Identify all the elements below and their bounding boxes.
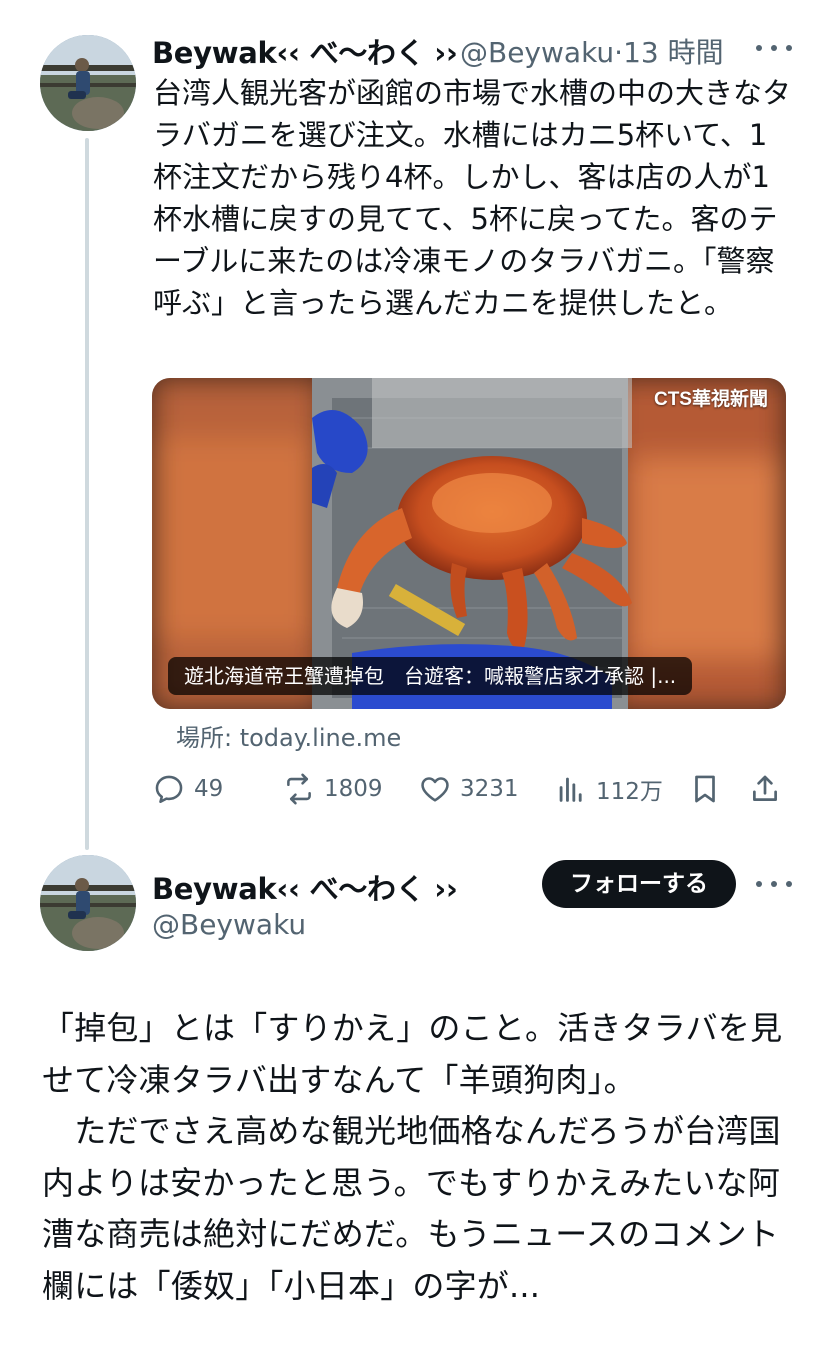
reply-icon — [155, 775, 183, 804]
avatar[interactable] — [40, 855, 136, 951]
heart-icon — [421, 777, 449, 802]
author-display-name[interactable]: Beywak‹‹ べ〜わく ›› — [152, 866, 458, 908]
separator-dot: · — [614, 36, 624, 69]
tweet-text: 台湾人観光客が函館の市場で水槽の中の大きなタラバガニを選び注文。水槽にはカニ5杯… — [153, 76, 792, 320]
link-card-title[interactable]: 遊北海道帝王蟹遭掉包 台遊客：喊報警店家才承認 |... — [168, 657, 693, 695]
bookmark-button[interactable] — [688, 766, 730, 812]
like-count: 3231 — [460, 776, 519, 802]
like-button[interactable]: 3231 — [418, 766, 519, 812]
share-icon — [753, 775, 777, 801]
views-chart-icon — [559, 777, 582, 802]
author-handle[interactable]: @Beywaku — [152, 908, 306, 941]
retweet-count: 1809 — [324, 776, 383, 802]
reply-button[interactable]: 49 — [152, 766, 223, 812]
bookmark-icon — [695, 775, 715, 803]
more-dots-icon[interactable] — [756, 878, 792, 890]
thread-connector-line — [85, 138, 89, 850]
link-card-domain[interactable]: 場所: today.line.me — [176, 718, 401, 753]
avatar[interactable] — [40, 35, 136, 131]
tweet-timestamp[interactable]: 13 時間 — [623, 36, 724, 69]
share-button[interactable] — [748, 766, 790, 812]
author-handle-row: @Beywaku·13 時間 — [460, 31, 724, 71]
tweet-action-bar: 49 1809 3231 112万 — [152, 766, 786, 812]
retweet-button[interactable]: 1809 — [282, 766, 383, 812]
reply-count: 49 — [194, 776, 224, 802]
views-button[interactable]: 112万 — [554, 766, 663, 812]
follow-button[interactable]: フォローする — [542, 860, 736, 908]
link-card-video-thumbnail[interactable]: CTS華視新聞 遊北海道帝王蟹遭掉包 台遊客：喊報警店家才承認 |... — [152, 378, 786, 709]
tweet-text: 「掉包」とは「すりかえ」のこと。活きタラバを見せて冷凍タラバ出すなんて「羊頭狗肉… — [42, 1009, 783, 1305]
author-display-name[interactable]: Beywak‹‹ べ〜わく ›› — [152, 30, 458, 72]
news-channel-logo: CTS華視新聞 — [653, 389, 768, 410]
retweet-icon — [287, 773, 311, 805]
more-dots-icon[interactable] — [756, 42, 792, 54]
author-handle[interactable]: @Beywaku — [460, 36, 614, 69]
views-count: 112万 — [596, 779, 663, 805]
